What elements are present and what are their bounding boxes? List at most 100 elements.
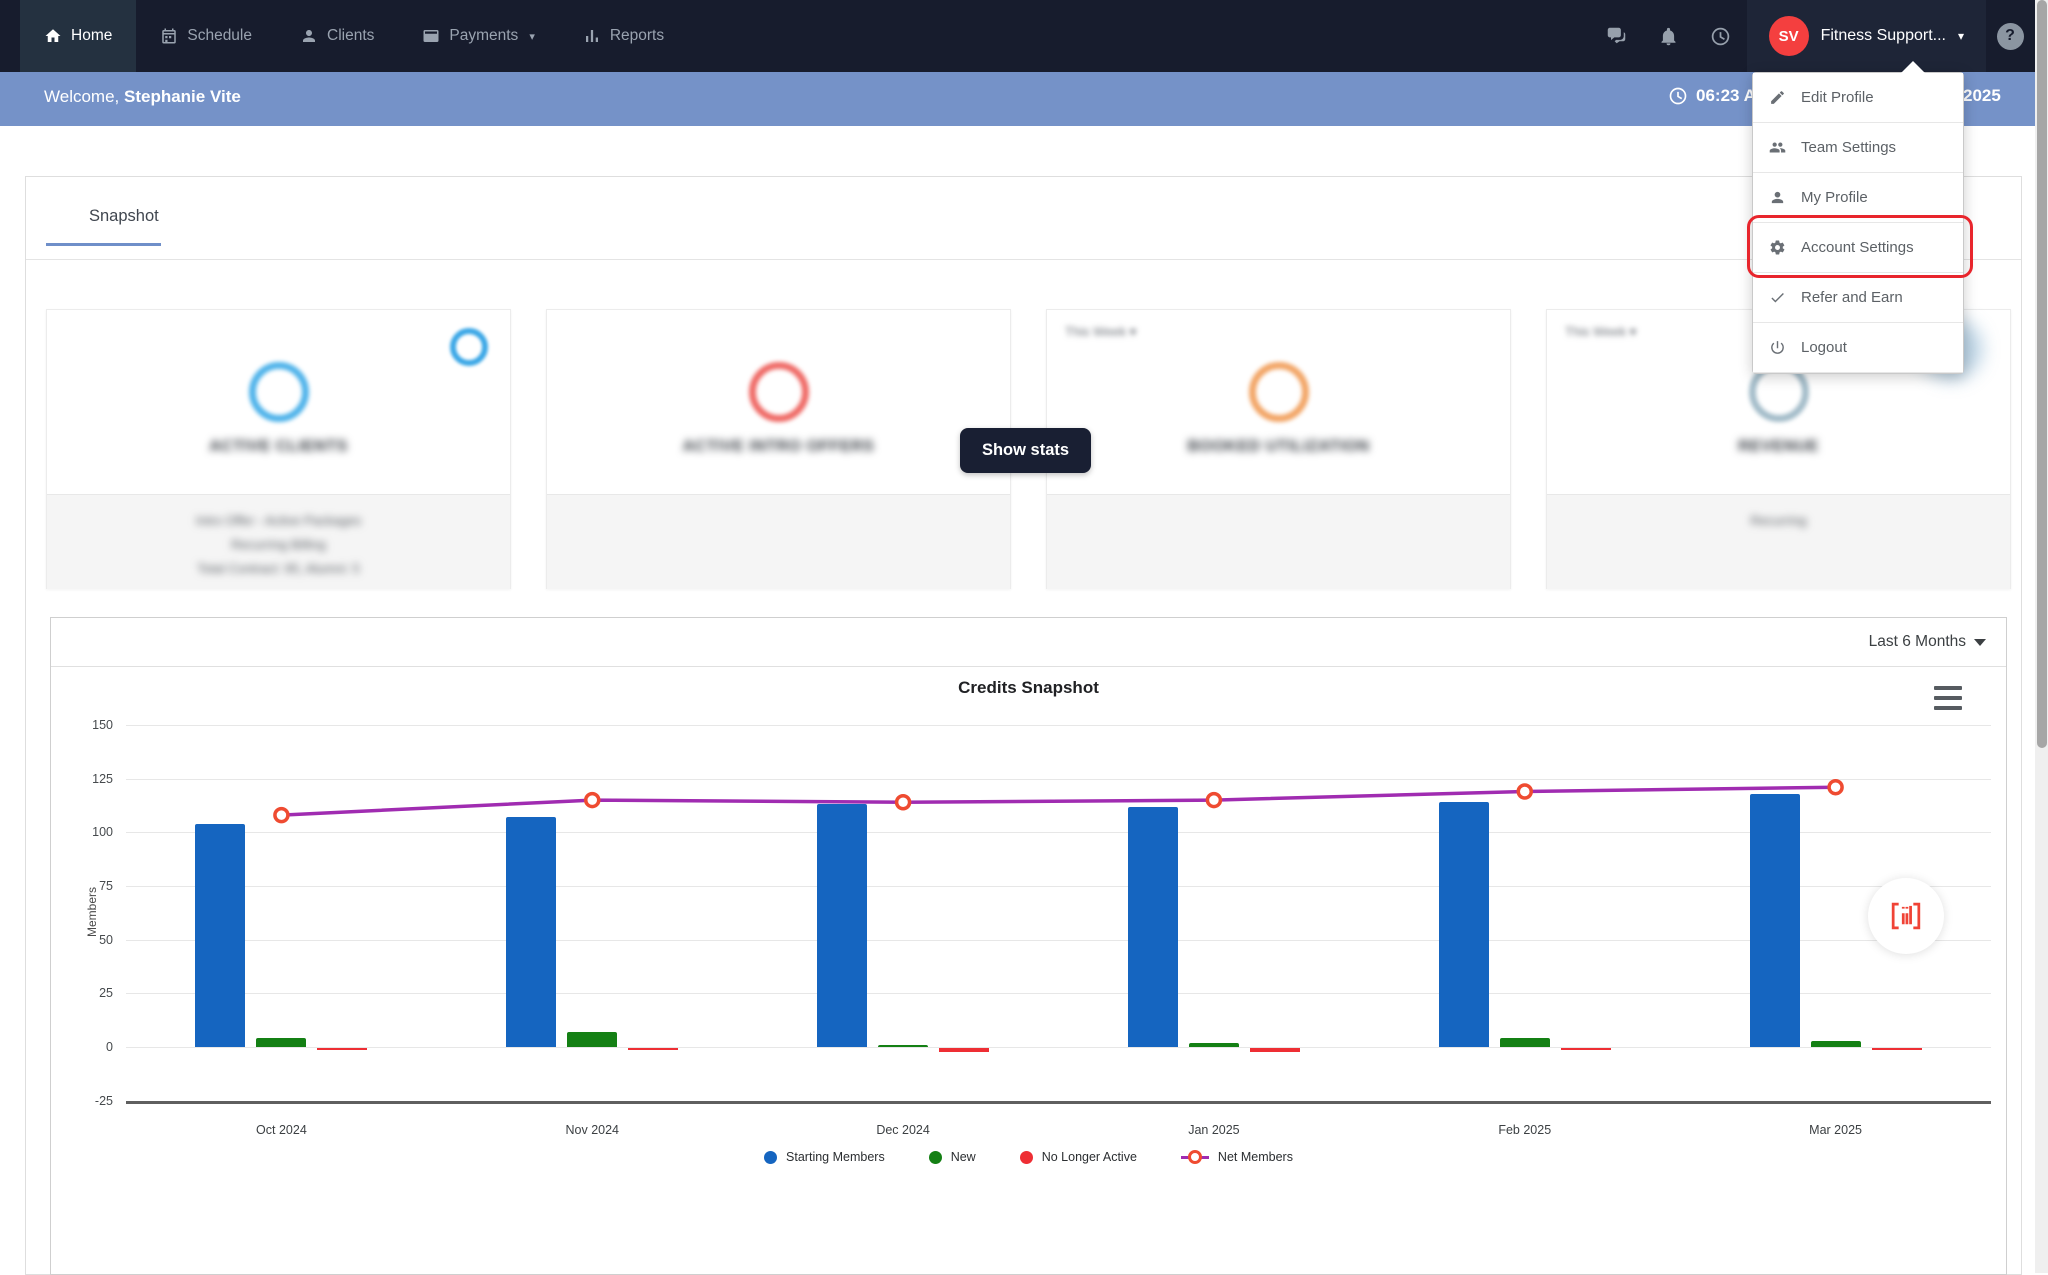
bar-no-longer-active xyxy=(1872,1048,1922,1050)
bar-new xyxy=(878,1045,928,1047)
x-axis-month-label: Jan 2025 xyxy=(1188,1123,1239,1137)
notifications-button[interactable] xyxy=(1643,0,1695,72)
menu-item-label: Edit Profile xyxy=(1801,89,1874,106)
gridline xyxy=(126,832,1991,833)
time-text: 06:23 A xyxy=(1696,86,1756,106)
chart-period-selector[interactable]: Last 6 Months xyxy=(1869,618,1986,666)
power-icon xyxy=(1769,339,1786,356)
net-members-marker xyxy=(897,796,910,809)
legend-net-swatch xyxy=(1181,1150,1209,1164)
nav-item-clients[interactable]: Clients xyxy=(276,0,398,72)
menu-item-team-settings[interactable]: Team Settings xyxy=(1753,123,1963,173)
y-axis-title: Members xyxy=(85,877,99,947)
gridline xyxy=(126,1047,1991,1048)
menu-item-edit-profile[interactable]: Edit Profile xyxy=(1753,73,1963,123)
y-axis-tick-label: 125 xyxy=(69,772,113,786)
nav-item-label: Schedule xyxy=(187,27,252,45)
net-members-marker xyxy=(1518,785,1531,798)
chart-card-header: Last 6 Months xyxy=(51,618,2006,667)
profile-name: Fitness Support... xyxy=(1821,27,1946,45)
loading-spinner-icon xyxy=(749,362,809,422)
clock-icon xyxy=(1710,26,1731,47)
menu-item-logout[interactable]: Logout xyxy=(1753,323,1963,373)
bar-starting-members xyxy=(506,817,556,1047)
dropdown-caret xyxy=(1901,61,1925,73)
bar-starting-members xyxy=(1128,807,1178,1047)
navbar-right: SV Fitness Support... ▾ ? xyxy=(1591,0,2048,72)
legend-label: Starting Members xyxy=(786,1150,885,1164)
net-members-line xyxy=(51,618,2006,1274)
menu-item-my-profile[interactable]: My Profile xyxy=(1753,173,1963,223)
welcome-message: Welcome, Stephanie Vite xyxy=(44,87,241,107)
y-axis-tick-label: -25 xyxy=(69,1094,113,1108)
bell-icon xyxy=(1658,26,1679,47)
net-members-marker xyxy=(1207,794,1220,807)
legend-item-new[interactable]: New xyxy=(929,1150,976,1164)
y-axis-tick-label: 25 xyxy=(69,986,113,1000)
barcode-scanner-launcher[interactable] xyxy=(1868,878,1944,954)
chart-title: Credits Snapshot xyxy=(51,678,2006,698)
legend-item-no-longer-active[interactable]: No Longer Active xyxy=(1020,1150,1137,1164)
gridline xyxy=(126,940,1991,941)
gridline xyxy=(126,779,1991,780)
period-dropdown[interactable]: This Week ▾ xyxy=(1565,324,1636,340)
period-dropdown[interactable]: This Week ▾ xyxy=(1065,324,1136,340)
x-axis-month-label: Oct 2024 xyxy=(256,1123,307,1137)
welcome-bar: Welcome, Stephanie Vite 06:23 A 2025 xyxy=(0,72,2048,126)
legend-item-starting-members[interactable]: Starting Members xyxy=(764,1150,885,1164)
nav-item-reports[interactable]: Reports xyxy=(559,0,688,72)
bar-starting-members xyxy=(1439,802,1489,1047)
footer-line: Intro Offer - Active Packages xyxy=(47,509,510,533)
help-icon: ? xyxy=(1997,23,2024,50)
person-icon xyxy=(300,27,318,45)
legend-item-net-members[interactable]: Net Members xyxy=(1181,1150,1293,1164)
time-clock-button[interactable] xyxy=(1695,0,1747,72)
stat-card-title: BOOKED UTILIZATION xyxy=(1047,438,1510,456)
gridline xyxy=(126,993,1991,994)
nav-item-payments[interactable]: Payments ▾ xyxy=(398,0,558,72)
nav-item-label: Clients xyxy=(327,27,374,45)
chevron-down-icon: ▾ xyxy=(1958,29,1964,43)
footer-line: Recurring xyxy=(1547,509,2010,533)
bar-new xyxy=(1189,1043,1239,1047)
net-members-marker xyxy=(1829,781,1842,794)
tab-snapshot[interactable]: Snapshot xyxy=(64,199,184,234)
chat-button[interactable] xyxy=(1591,0,1643,72)
stat-card-title: ACTIVE INTRO OFFERS xyxy=(547,438,1010,456)
menu-item-label: Refer and Earn xyxy=(1801,289,1903,306)
stat-card-footer xyxy=(1047,494,1510,589)
y-axis-tick-label: 150 xyxy=(69,718,113,732)
nav-item-home[interactable]: Home xyxy=(20,0,136,72)
net-members-marker xyxy=(275,809,288,822)
refresh-ring-icon[interactable] xyxy=(450,328,488,366)
x-axis-month-label: Feb 2025 xyxy=(1498,1123,1551,1137)
show-stats-button[interactable]: Show stats xyxy=(960,428,1091,473)
bar-new xyxy=(1500,1038,1550,1047)
x-axis-month-label: Nov 2024 xyxy=(565,1123,619,1137)
page-scrollbar-thumb[interactable] xyxy=(2037,0,2047,748)
tab-row-divider xyxy=(26,259,2021,260)
y-axis-tick-label: 0 xyxy=(69,1040,113,1054)
bar-no-longer-active xyxy=(939,1048,989,1052)
loading-spinner-icon xyxy=(249,362,309,422)
chart-hamburger-menu[interactable] xyxy=(1934,684,1962,712)
menu-item-account-settings[interactable]: Account Settings xyxy=(1753,223,1963,273)
home-icon xyxy=(44,27,62,45)
avatar: SV xyxy=(1769,16,1809,56)
stat-card-body: ACTIVE CLIENTS xyxy=(47,310,510,494)
menu-item-label: Logout xyxy=(1801,339,1847,356)
menu-item-refer-and-earn[interactable]: Refer and Earn xyxy=(1753,273,1963,323)
page-scrollbar-track[interactable] xyxy=(2035,0,2048,1273)
bar-new xyxy=(1811,1041,1861,1047)
profile-menu-trigger[interactable]: SV Fitness Support... ▾ xyxy=(1747,0,1986,72)
legend-swatch xyxy=(764,1151,777,1164)
bar-chart-icon xyxy=(583,27,601,45)
chat-icon xyxy=(1606,26,1627,47)
legend-swatch xyxy=(1020,1151,1033,1164)
help-button[interactable]: ? xyxy=(1986,0,2034,72)
nav-item-schedule[interactable]: Schedule xyxy=(136,0,276,72)
footer-line: Recurring Billing xyxy=(47,533,510,557)
bar-starting-members xyxy=(817,804,867,1047)
chart-legend: Starting Members New No Longer Active Net M… xyxy=(51,1150,2006,1164)
bar-starting-members xyxy=(195,824,245,1047)
